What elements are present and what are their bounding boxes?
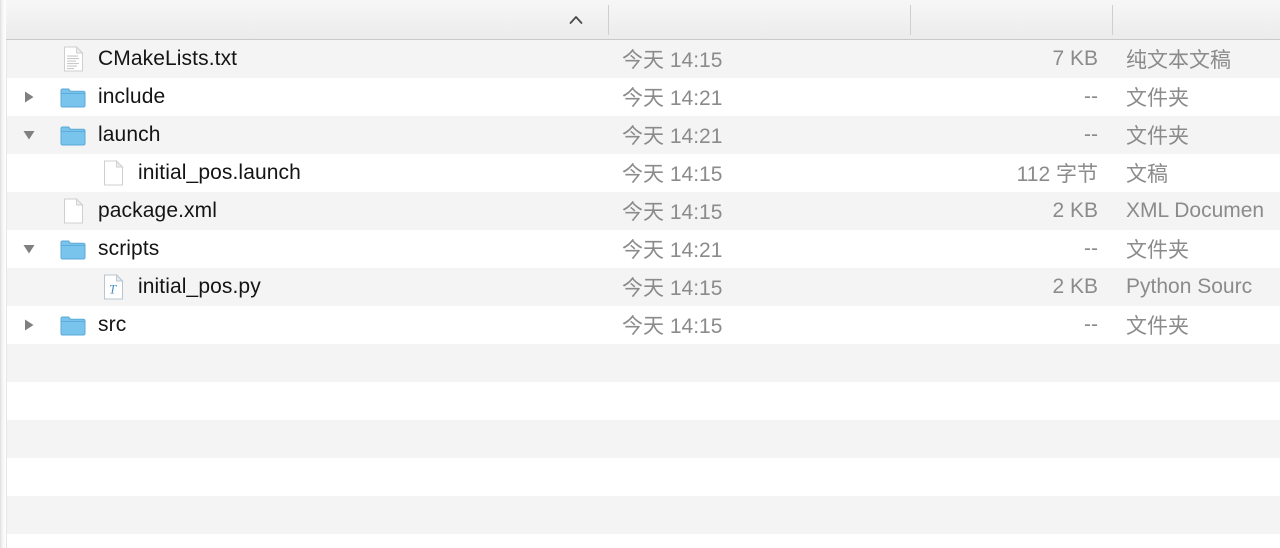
- column-divider-kind[interactable]: [1112, 5, 1113, 35]
- folder-icon: [60, 116, 86, 154]
- row-stripe: [0, 458, 1280, 496]
- cell-kind: 文件夹: [1126, 239, 1189, 262]
- document-lines-icon: [60, 40, 86, 78]
- disclosure-triangle-collapsed-icon[interactable]: [20, 78, 38, 116]
- table-row[interactable]: src 今天 14:15 -- 文件夹: [0, 306, 1280, 344]
- cell-size: 2 KB: [1052, 275, 1098, 298]
- cell-kind: 文件夹: [1126, 315, 1189, 338]
- cell-name[interactable]: CMakeLists.txt: [0, 40, 608, 78]
- document-blank-icon: [60, 192, 86, 230]
- cell-name[interactable]: T initial_pos.py: [0, 268, 608, 306]
- cell-date-modified: 今天 14:21: [622, 239, 723, 262]
- file-name-label: initial_pos.launch: [138, 161, 301, 184]
- folder-icon: [60, 78, 86, 116]
- file-name-label: initial_pos.py: [138, 275, 261, 298]
- cell-date-modified: 今天 14:15: [622, 163, 723, 186]
- disclosure-triangle-expanded-icon[interactable]: [20, 116, 38, 154]
- cell-name[interactable]: package.xml: [0, 192, 608, 230]
- cell-name[interactable]: include: [0, 78, 608, 116]
- column-divider-date[interactable]: [608, 5, 609, 35]
- cell-name[interactable]: launch: [0, 116, 608, 154]
- cell-date-modified: 今天 14:15: [622, 277, 723, 300]
- cell-name[interactable]: scripts: [0, 230, 608, 268]
- cell-size: --: [1084, 85, 1098, 108]
- folder-icon: [60, 306, 86, 344]
- row-stripe: [0, 344, 1280, 382]
- cell-size: --: [1084, 123, 1098, 146]
- python-document-icon: T: [100, 268, 126, 306]
- file-name-label: include: [98, 85, 166, 108]
- row-stripe: [0, 496, 1280, 534]
- file-list-rows[interactable]: CMakeLists.txt 今天 14:15 7 KB 纯文本文稿 include 今…: [0, 40, 1280, 548]
- folder-icon: [60, 230, 86, 268]
- table-row[interactable]: package.xml 今天 14:15 2 KB XML Documen: [0, 192, 1280, 230]
- svg-text:T: T: [108, 282, 116, 297]
- cell-kind: 文件夹: [1126, 125, 1189, 148]
- row-stripe: [0, 382, 1280, 420]
- cell-date-modified: 今天 14:21: [622, 125, 723, 148]
- table-row[interactable]: launch 今天 14:21 -- 文件夹: [0, 116, 1280, 154]
- file-name-label: src: [98, 313, 127, 336]
- cell-size: 7 KB: [1052, 47, 1098, 70]
- column-header-bar: [0, 0, 1280, 40]
- cell-date-modified: 今天 14:21: [622, 87, 723, 110]
- cell-size: 2 KB: [1052, 199, 1098, 222]
- file-name-label: launch: [98, 123, 161, 146]
- table-row[interactable]: include 今天 14:21 -- 文件夹: [0, 78, 1280, 116]
- disclosure-triangle-expanded-icon[interactable]: [20, 230, 38, 268]
- cell-kind: 文稿: [1126, 163, 1168, 186]
- window-left-border-line: [6, 40, 7, 548]
- row-stripe: [0, 534, 1280, 548]
- file-name-label: package.xml: [98, 199, 217, 222]
- table-row[interactable]: CMakeLists.txt 今天 14:15 7 KB 纯文本文稿: [0, 40, 1280, 78]
- cell-date-modified: 今天 14:15: [622, 315, 723, 338]
- cell-size: 112 字节: [1016, 163, 1098, 186]
- table-row[interactable]: scripts 今天 14:21 -- 文件夹: [0, 230, 1280, 268]
- cell-name[interactable]: initial_pos.launch: [0, 154, 608, 192]
- cell-date-modified: 今天 14:15: [622, 49, 723, 72]
- chevron-up-icon: [568, 13, 584, 27]
- cell-kind: 文件夹: [1126, 87, 1189, 110]
- row-stripe: [0, 420, 1280, 458]
- cell-size: --: [1084, 313, 1098, 336]
- cell-name[interactable]: src: [0, 306, 608, 344]
- cell-date-modified: 今天 14:15: [622, 201, 723, 224]
- cell-kind: Python Sourc: [1126, 275, 1253, 298]
- file-name-label: scripts: [98, 237, 160, 260]
- document-blank-icon: [100, 154, 126, 192]
- table-row[interactable]: T initial_pos.py 今天 14:15 2 KB Python Sourc: [0, 268, 1280, 306]
- cell-size: --: [1084, 237, 1098, 260]
- file-name-label: CMakeLists.txt: [98, 47, 238, 70]
- cell-kind: XML Documen: [1126, 199, 1265, 222]
- disclosure-triangle-collapsed-icon[interactable]: [20, 306, 38, 344]
- column-divider-size[interactable]: [910, 5, 911, 35]
- finder-list-view-window: CMakeLists.txt 今天 14:15 7 KB 纯文本文稿 include 今…: [0, 0, 1280, 548]
- table-row[interactable]: initial_pos.launch 今天 14:15 112 字节 文稿: [0, 154, 1280, 192]
- cell-kind: 纯文本文稿: [1126, 49, 1231, 72]
